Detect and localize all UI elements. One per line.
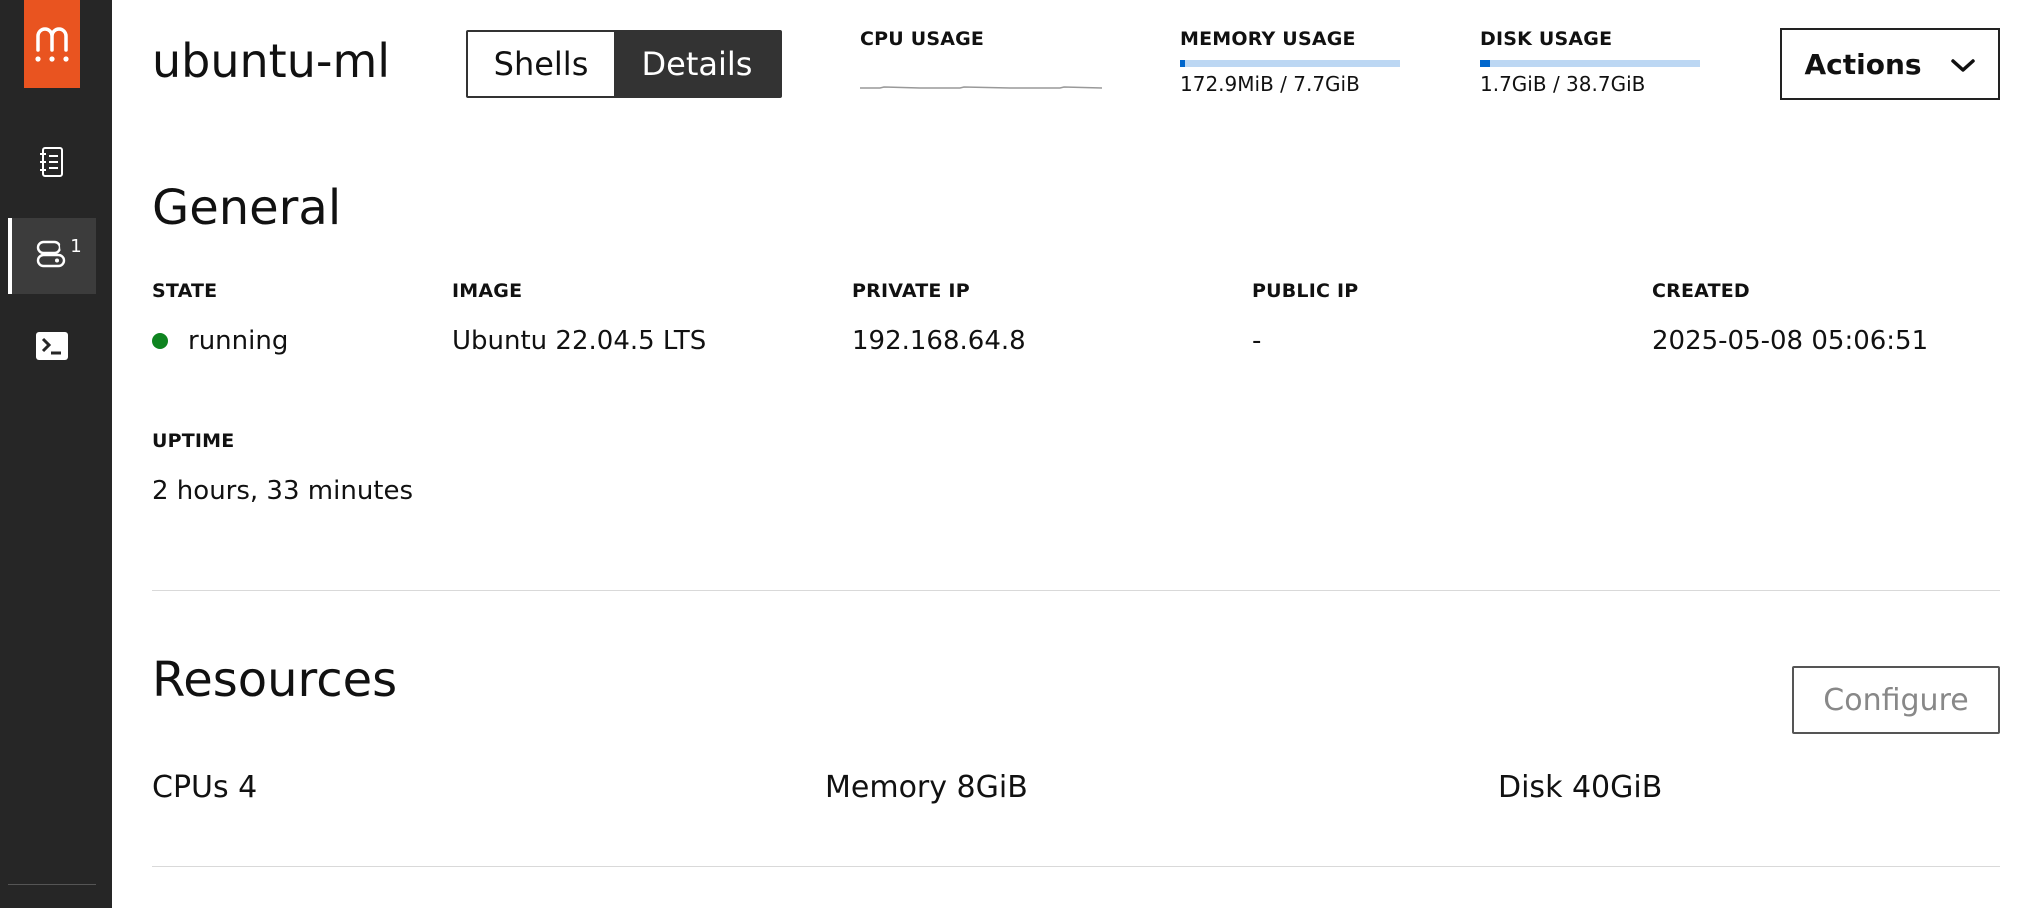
sidebar-item-instances[interactable]: 1 — [8, 218, 96, 294]
public-ip-field: PUBLIC IP - — [1252, 280, 1358, 356]
state-label: STATE — [152, 280, 218, 302]
image-field: IMAGE Ubuntu 22.04.5 LTS — [452, 280, 706, 356]
actions-button[interactable]: Actions — [1780, 28, 2000, 100]
created-value: 2025-05-08 05:06:51 — [1652, 326, 1929, 356]
public-ip-label: PUBLIC IP — [1252, 280, 1359, 302]
uptime-field: UPTIME 2 hours, 33 minutes — [152, 430, 413, 506]
created-field: CREATED 2025-05-08 05:06:51 — [1652, 280, 1928, 356]
uptime-value: 2 hours, 33 minutes — [152, 476, 414, 506]
actions-label: Actions — [1804, 47, 1922, 81]
memory-usage-metric: MEMORY USAGE 172.9MiB / 7.7GiB — [1180, 28, 1400, 96]
disk-usage-bar — [1480, 60, 1700, 67]
cpus-value: CPUs 4 — [152, 770, 258, 805]
tab-shells[interactable]: Shells — [468, 32, 614, 96]
sidebar-item-notebook[interactable] — [8, 126, 96, 202]
cpu-usage-sparkline — [860, 86, 1102, 89]
terminal-icon — [35, 331, 69, 365]
memory-usage-bar — [1180, 60, 1400, 67]
state-value: running — [188, 326, 289, 356]
memory-usage-bar-fill — [1180, 60, 1185, 67]
section-divider — [152, 590, 2000, 591]
page-title: ubuntu-ml — [152, 34, 391, 88]
disk-usage-bar-fill — [1480, 60, 1490, 67]
sidebar-item-terminal[interactable] — [8, 310, 96, 386]
public-ip-value: - — [1252, 326, 1262, 356]
disk-usage-value: 1.7GiB / 38.7GiB — [1480, 72, 1646, 96]
uptime-label: UPTIME — [152, 430, 235, 452]
multipass-logo-icon[interactable] — [24, 0, 80, 88]
view-switcher: Shells Details — [466, 30, 782, 98]
disk-usage-metric: DISK USAGE 1.7GiB / 38.7GiB — [1480, 28, 1700, 96]
configure-button[interactable]: Configure — [1792, 666, 2000, 734]
general-section-title: General — [152, 180, 342, 236]
created-label: CREATED — [1652, 280, 1750, 302]
sidebar: 1 — [0, 0, 112, 908]
memory-value: Memory 8GiB — [825, 770, 1028, 805]
instance-count-badge: 1 — [60, 230, 92, 262]
image-label: IMAGE — [452, 280, 523, 302]
private-ip-label: PRIVATE IP — [852, 280, 970, 302]
private-ip-value: 192.168.64.8 — [852, 326, 1026, 356]
image-value: Ubuntu 22.04.5 LTS — [452, 326, 707, 356]
sidebar-divider — [8, 884, 96, 885]
section-divider-bottom — [152, 866, 2000, 867]
private-ip-field: PRIVATE IP 192.168.64.8 — [852, 280, 1026, 356]
cpu-usage-metric: CPU USAGE — [860, 28, 1102, 92]
disk-value: Disk 40GiB — [1498, 770, 1663, 805]
memory-usage-label: MEMORY USAGE — [1180, 28, 1356, 50]
cpu-usage-label: CPU USAGE — [860, 28, 985, 50]
state-field: STATE running — [152, 280, 288, 356]
notebook-icon — [38, 146, 66, 182]
disk-usage-label: DISK USAGE — [1480, 28, 1613, 50]
tab-details[interactable]: Details — [614, 32, 780, 96]
app-window: 1 ubuntu-ml Shells Details CPU USAGE MEM… — [0, 0, 2026, 908]
resources-section-title: Resources — [152, 652, 398, 708]
chevron-down-icon — [1950, 48, 1976, 81]
memory-usage-value: 172.9MiB / 7.7GiB — [1180, 72, 1360, 96]
status-dot-icon — [152, 333, 168, 349]
